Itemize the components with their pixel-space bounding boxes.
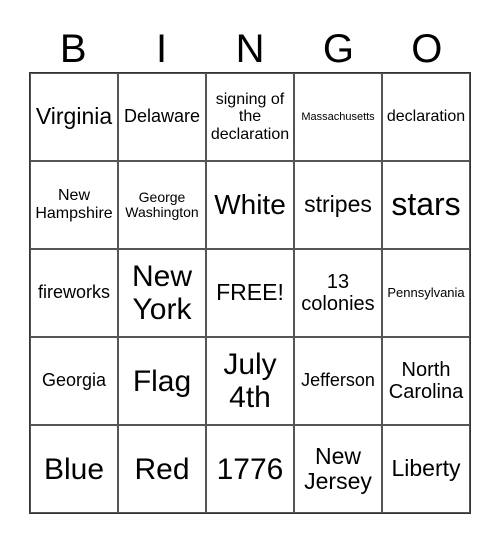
bingo-header: B I N G O	[29, 26, 471, 72]
bingo-cell[interactable]: stripes	[294, 161, 382, 249]
bingo-cell[interactable]: George Washington	[118, 161, 206, 249]
header-letter-o: O	[411, 27, 443, 71]
bingo-cell[interactable]: stars	[382, 161, 470, 249]
bingo-cell[interactable]: New Hampshire	[30, 161, 118, 249]
bingo-cell[interactable]: Red	[118, 425, 206, 513]
bingo-cell[interactable]: 1776	[206, 425, 294, 513]
header-letter-b: B	[59, 27, 87, 71]
bingo-cell[interactable]: Jefferson	[294, 337, 382, 425]
bingo-cell[interactable]: Massachusetts	[294, 73, 382, 161]
bingo-cell[interactable]: Delaware	[118, 73, 206, 161]
bingo-cell[interactable]: White	[206, 161, 294, 249]
header-letter-i: I	[156, 27, 168, 71]
bingo-cell[interactable]: Blue	[30, 425, 118, 513]
bingo-cell[interactable]: Flag	[118, 337, 206, 425]
bingo-cell[interactable]: declaration	[382, 73, 470, 161]
header-letter-g: G	[322, 27, 354, 71]
bingo-cell[interactable]: fireworks	[30, 249, 118, 337]
bingo-cell[interactable]: New York	[118, 249, 206, 337]
bingo-cell[interactable]: Georgia	[30, 337, 118, 425]
bingo-cell[interactable]: North Carolina	[382, 337, 470, 425]
bingo-cell[interactable]: Pennsylvania	[382, 249, 470, 337]
bingo-card: Virginia Delaware signing of the declara…	[29, 72, 471, 514]
bingo-cell[interactable]: Liberty	[382, 425, 470, 513]
bingo-cell[interactable]: New Jersey	[294, 425, 382, 513]
bingo-cell[interactable]: 13 colonies	[294, 249, 382, 337]
bingo-cell[interactable]: July 4th	[206, 337, 294, 425]
bingo-cell[interactable]: signing of the declaration	[206, 73, 294, 161]
bingo-cell[interactable]: Virginia	[30, 73, 118, 161]
bingo-cell free-space[interactable]: FREE!	[206, 249, 294, 337]
header-letter-n: N	[235, 27, 265, 71]
